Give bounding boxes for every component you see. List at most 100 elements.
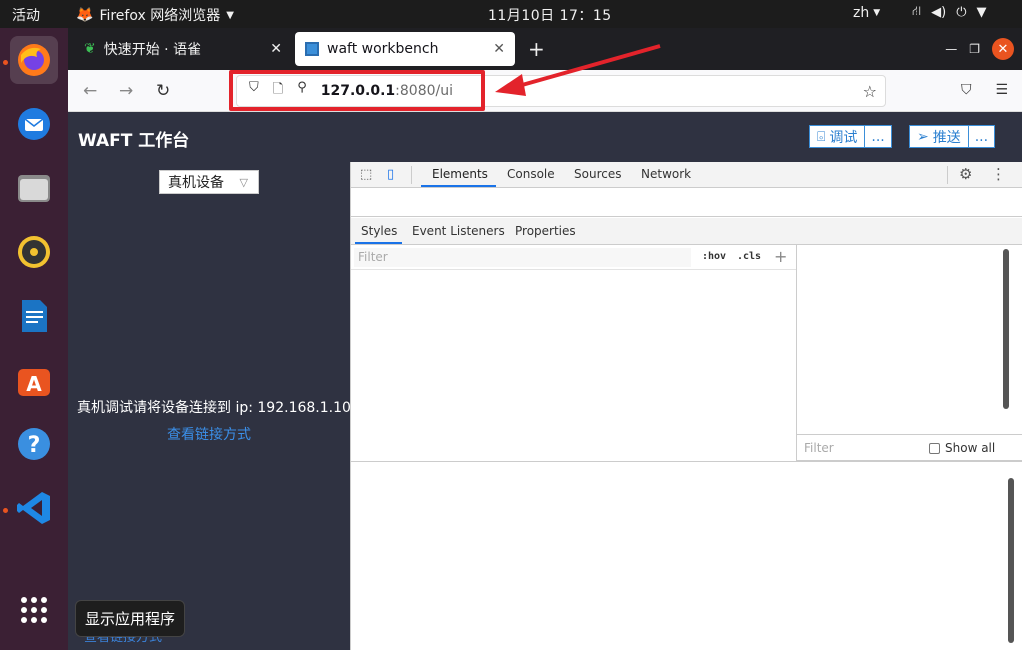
chevron-down-icon: ▼ bbox=[976, 5, 987, 20]
pocket-icon[interactable]: ⛉ bbox=[961, 82, 972, 98]
styles-filter-row: Filter :hov .cls + bbox=[351, 246, 796, 270]
help-icon[interactable]: ? bbox=[10, 420, 58, 468]
tab-waft-workbench[interactable]: waft workbench ✕ bbox=[295, 32, 515, 66]
svg-text:?: ? bbox=[28, 433, 41, 458]
firefox-tab-bar: ❦ 快速开始 · 语雀 ✕ waft workbench ✕ + — ❐ ✕ bbox=[68, 28, 1022, 70]
tab-label: waft workbench bbox=[327, 41, 439, 57]
tab-yuque[interactable]: ❦ 快速开始 · 语雀 ✕ bbox=[74, 32, 292, 66]
reload-icon[interactable]: ↻ bbox=[156, 81, 170, 101]
gear-icon[interactable]: ⚙ bbox=[959, 165, 972, 183]
thunderbird-icon[interactable] bbox=[10, 100, 58, 148]
running-indicator bbox=[3, 60, 8, 65]
divider bbox=[947, 166, 948, 184]
devtools-panel: ⬚ ▯ Elements Console Sources Network ⚙ ⋮… bbox=[350, 162, 1022, 650]
debug-button[interactable]: ⌻ 调试 bbox=[809, 125, 866, 148]
debug-button-group: ⌻ 调试 ... bbox=[809, 125, 892, 148]
rhythmbox-icon[interactable] bbox=[10, 228, 58, 276]
cls-toggle[interactable]: .cls bbox=[737, 251, 761, 262]
computed-pane: Filter Show all bbox=[796, 245, 1022, 461]
firefox-icon[interactable] bbox=[10, 36, 58, 84]
device-panel: 真机设备 ▽ 真机调试请将设备连接到 ip: 192.168.1.107 查看链… bbox=[68, 162, 360, 650]
styles-filter-input[interactable]: Filter bbox=[354, 248, 691, 267]
tab-properties[interactable]: Properties bbox=[515, 224, 576, 238]
tab-label: 快速开始 · 语雀 bbox=[103, 42, 202, 58]
writer-icon[interactable] bbox=[10, 292, 58, 340]
connection-hint: 真机调试请将设备连接到 ip: 192.168.1.107 bbox=[77, 400, 360, 416]
tab-console[interactable]: Console bbox=[507, 167, 555, 181]
debug-label: 调试 bbox=[829, 129, 858, 146]
svg-text:A: A bbox=[26, 372, 42, 396]
device-select[interactable]: 真机设备 ▽ bbox=[159, 170, 259, 194]
devtools-toolbar: ⬚ ▯ Elements Console Sources Network ⚙ ⋮ bbox=[351, 162, 1022, 188]
active-subtab-indicator bbox=[355, 242, 402, 244]
vscode-icon[interactable] bbox=[10, 484, 58, 532]
bookmark-star-icon[interactable]: ☆ bbox=[863, 82, 877, 101]
minimize-icon[interactable]: — bbox=[945, 42, 957, 56]
computed-filter-input[interactable]: Filter bbox=[804, 441, 834, 455]
page-header: WAFT 工作台 ⌻ 调试 ... ➢ 推送 ... bbox=[68, 112, 1022, 162]
tab-network[interactable]: Network bbox=[641, 167, 691, 181]
checkbox-icon bbox=[929, 442, 940, 454]
close-icon[interactable]: ✕ bbox=[270, 41, 282, 57]
send-icon: ➢ bbox=[917, 128, 929, 145]
input-method-indicator[interactable]: zh ▼ bbox=[853, 5, 880, 21]
power-icon: ⏻ bbox=[956, 5, 967, 20]
device-select-value: 真机设备 bbox=[168, 175, 224, 191]
divider bbox=[411, 166, 412, 184]
computed-filter-row: Filter Show all bbox=[797, 434, 1022, 461]
elements-tree bbox=[351, 189, 1022, 217]
firefox-menu-icon: 🦊 bbox=[76, 7, 94, 23]
firefox-nav-bar: ← → ↻ ⛉ 🗋 ⚲ 127.0.0.1:8080/ui ☆ ⛉ ☰ bbox=[68, 70, 1022, 112]
lang-label: zh bbox=[853, 5, 870, 21]
close-window-icon[interactable]: ✕ bbox=[992, 38, 1014, 60]
page-favicon-icon bbox=[305, 42, 319, 56]
forward-icon[interactable]: → bbox=[119, 81, 133, 101]
tab-event-listeners[interactable]: Event Listeners bbox=[412, 224, 505, 238]
hov-toggle[interactable]: :hov bbox=[702, 251, 726, 262]
scrollbar[interactable] bbox=[1008, 478, 1014, 643]
show-all-label: Show all bbox=[945, 441, 996, 455]
app-menu-label: Firefox 网络浏览器 bbox=[99, 8, 221, 24]
divider bbox=[351, 461, 1022, 462]
dock: A ? bbox=[0, 28, 68, 650]
gnome-top-bar: 活动 🦊 Firefox 网络浏览器 ▼ 11月10日 17：15 zh ▼ ⛙… bbox=[0, 0, 1022, 28]
push-label: 推送 bbox=[932, 129, 961, 146]
hamburger-menu-icon[interactable]: ☰ bbox=[995, 82, 1008, 98]
chevron-down-icon: ▼ bbox=[873, 8, 881, 18]
new-style-rule-icon[interactable]: + bbox=[774, 247, 787, 266]
view-connection-link[interactable]: 查看链接方式 bbox=[167, 424, 251, 444]
more-options-icon[interactable]: ⋮ bbox=[991, 165, 1006, 183]
push-button[interactable]: ➢ 推送 bbox=[909, 125, 969, 148]
activities-button[interactable]: 活动 bbox=[12, 5, 40, 25]
new-tab-button[interactable]: + bbox=[528, 37, 545, 61]
annotation-highlight-box bbox=[229, 70, 485, 111]
debug-more-button[interactable]: ... bbox=[865, 125, 892, 148]
tab-styles[interactable]: Styles bbox=[361, 224, 397, 238]
push-button-group: ➢ 推送 ... bbox=[909, 125, 996, 148]
styles-subbar: Styles Event Listeners Properties bbox=[351, 218, 1022, 245]
running-indicator bbox=[3, 508, 8, 513]
back-icon[interactable]: ← bbox=[83, 81, 97, 101]
app-store-icon[interactable]: A bbox=[10, 356, 58, 404]
chevron-down-icon: ▽ bbox=[239, 175, 248, 189]
yuque-icon: ❦ bbox=[84, 41, 96, 57]
app-menu[interactable]: 🦊 Firefox 网络浏览器 ▼ bbox=[76, 5, 234, 25]
tab-sources[interactable]: Sources bbox=[574, 167, 621, 181]
push-more-button[interactable]: ... bbox=[968, 125, 996, 148]
network-icon: ⛙ bbox=[912, 4, 922, 19]
debug-icon: ⌻ bbox=[817, 128, 826, 145]
close-icon[interactable]: ✕ bbox=[493, 41, 505, 57]
maximize-icon[interactable]: ❐ bbox=[969, 42, 980, 56]
show-apps-tooltip: 显示应用程序 bbox=[75, 600, 186, 637]
chevron-down-icon: ▼ bbox=[226, 9, 234, 21]
system-tray[interactable]: ⛙ ◀) ⏻ ▼ bbox=[912, 4, 987, 21]
inspect-element-icon[interactable]: ⬚ bbox=[360, 167, 372, 182]
tab-elements[interactable]: Elements bbox=[432, 167, 488, 181]
show-all-checkbox[interactable]: Show all bbox=[929, 441, 995, 455]
clock[interactable]: 11月10日 17：15 bbox=[488, 5, 612, 25]
show-apps-icon[interactable] bbox=[10, 586, 58, 634]
device-toggle-icon[interactable]: ▯ bbox=[387, 167, 394, 182]
volume-icon: ◀) bbox=[931, 5, 947, 20]
scrollbar[interactable] bbox=[1003, 249, 1009, 409]
files-icon[interactable] bbox=[10, 164, 58, 212]
